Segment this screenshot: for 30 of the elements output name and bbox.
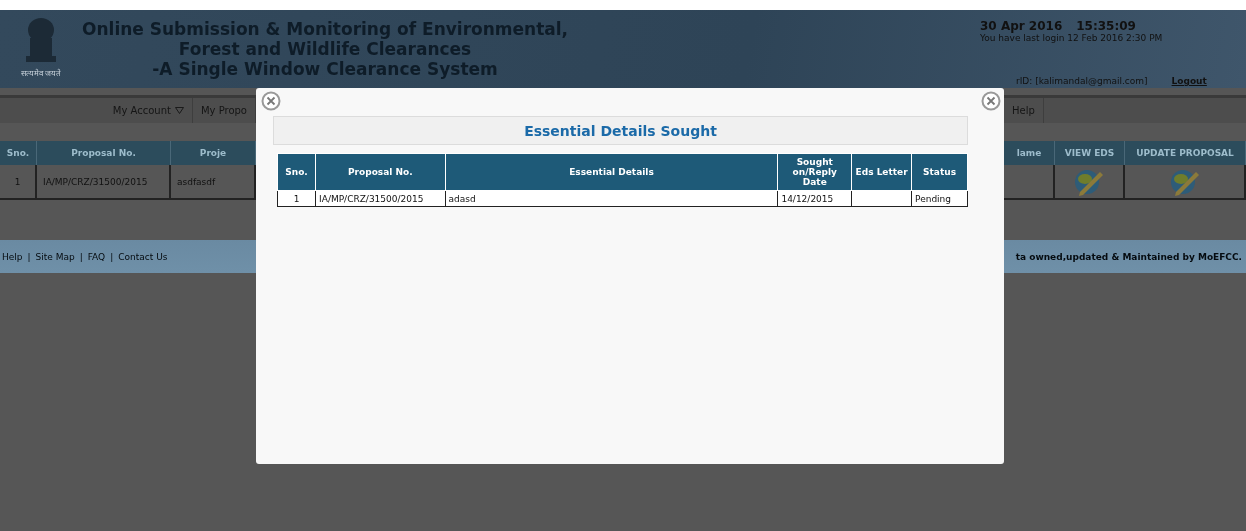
caret-icon	[174, 107, 184, 114]
last-login-text: You have last login 12 Feb 2016 2:30 PM	[980, 33, 1164, 43]
column-header: UPDATE PROPOSAL	[1125, 141, 1246, 165]
link-separator: |	[110, 251, 114, 262]
column-header: Status	[911, 153, 968, 191]
table-cell: 1	[0, 165, 37, 198]
column-header: Essential Details	[445, 153, 778, 191]
column-header: Sought on/Reply Date	[777, 153, 852, 191]
footer-link[interactable]: Contact Us	[118, 251, 168, 262]
close-icon[interactable]	[261, 91, 281, 111]
link-separator: |	[27, 251, 31, 262]
footer-link[interactable]: Site Map	[35, 251, 75, 262]
ownership-text: ta owned,updated & Maintained by MoEFCC.	[1015, 251, 1242, 262]
dialog-title: Essential Details Sought	[524, 122, 717, 139]
close-icon[interactable]	[981, 91, 1001, 111]
current-date: 30 Apr 2016	[980, 19, 1063, 33]
current-time: 15:35:09	[1076, 19, 1136, 33]
column-header: Sno.	[277, 153, 316, 191]
table-cell: IA/MP/CRZ/31500/2015	[37, 165, 171, 198]
footer-link[interactable]: FAQ	[87, 251, 106, 262]
column-header: lame	[1004, 141, 1055, 165]
link-separator: |	[79, 251, 83, 262]
column-header: VIEW EDS	[1055, 141, 1125, 165]
column-header: Proposal No.	[315, 153, 446, 191]
emblem-caption: सत्यमेव जयते	[20, 68, 62, 78]
column-header: Proposal No.	[37, 141, 171, 165]
user-id-text: rID: [kalimandal@gmail.com]	[1016, 76, 1148, 86]
footer-link[interactable]: Help	[2, 251, 23, 262]
column-header: Eds Letter	[851, 153, 912, 191]
column-header: Sno.	[0, 141, 37, 165]
